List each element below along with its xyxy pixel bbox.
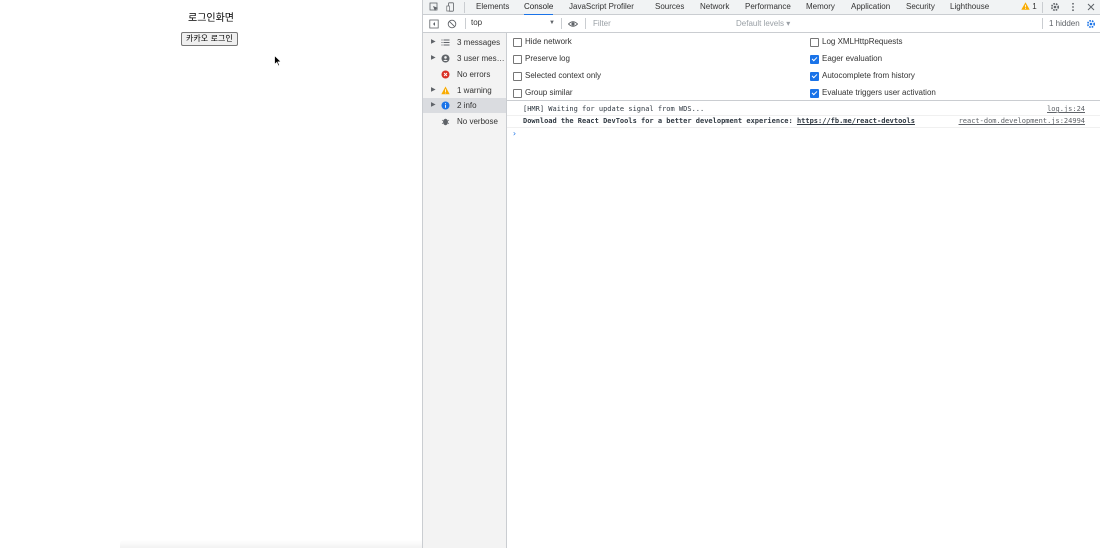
- tab-javascript-profiler[interactable]: JavaScript Profiler: [569, 0, 634, 14]
- hide-network-checkbox[interactable]: [513, 38, 522, 47]
- message-text: Download the React DevTools for a better…: [523, 115, 915, 128]
- tab-network[interactable]: Network: [700, 0, 729, 14]
- info-icon: [441, 101, 450, 110]
- sidebar-item-label: 1 warning: [457, 86, 492, 95]
- console-prompt[interactable]: ›: [512, 129, 517, 138]
- tabbar-separator: [1042, 2, 1043, 13]
- sidebar-item-warnings[interactable]: ▶ 1 warning: [423, 83, 506, 98]
- option-label: Autocomplete from history: [822, 71, 915, 80]
- option-label: Group similar: [525, 88, 573, 97]
- log-xmlhttprequests-checkbox[interactable]: [810, 38, 819, 47]
- expand-arrow-icon[interactable]: ▶: [431, 98, 436, 113]
- inspect-element-icon[interactable]: [429, 2, 439, 12]
- group-similar-checkbox[interactable]: [513, 89, 522, 98]
- console-settings-pane: Hide network Preserve log Selected conte…: [507, 33, 1100, 101]
- user-icon: [441, 54, 450, 63]
- tabbar-separator: [464, 2, 465, 13]
- toolbar-separator: [561, 18, 562, 29]
- live-expression-eye-icon[interactable]: [568, 19, 578, 29]
- clear-console-icon[interactable]: [447, 19, 457, 29]
- tab-elements[interactable]: Elements: [476, 0, 509, 14]
- sidebar-item-messages[interactable]: ▶ 3 messages: [423, 35, 506, 50]
- page-viewport: 로그인화면 카카오 로그인: [0, 0, 980, 548]
- tab-security[interactable]: Security: [906, 0, 935, 14]
- settings-gear-icon[interactable]: [1050, 2, 1060, 12]
- devtools-panel: Elements Console JavaScript Profiler Sou…: [422, 0, 1100, 548]
- warning-icon: [1021, 2, 1030, 10]
- option-label: Preserve log: [525, 54, 570, 63]
- sidebar-item-label: No errors: [457, 70, 491, 79]
- sidebar-toggle-icon[interactable]: [429, 19, 439, 29]
- autocomplete-from-history-checkbox[interactable]: [810, 72, 819, 81]
- sidebar-item-user-messages[interactable]: ▶ 3 user mes…: [423, 51, 506, 66]
- warning-badge[interactable]: 1: [1021, 1, 1037, 13]
- warning-count: 1: [1032, 2, 1037, 11]
- console-message: Download the React DevTools for a better…: [507, 115, 1100, 128]
- tab-application[interactable]: Application: [851, 0, 890, 14]
- message-source-link[interactable]: react-dom.development.js:24994: [959, 115, 1085, 128]
- page-title: 로그인화면: [188, 13, 234, 24]
- preserve-log-checkbox[interactable]: [513, 55, 522, 64]
- console-sidebar: ▶ 3 messages ▶ 3 user mes… No errors ▶ 1…: [423, 33, 507, 548]
- toolbar-separator: [465, 18, 466, 29]
- tab-sources[interactable]: Sources: [655, 0, 684, 14]
- expand-arrow-icon[interactable]: ▶: [431, 83, 436, 98]
- more-options-icon[interactable]: [1068, 2, 1078, 12]
- sidebar-item-info[interactable]: ▶ 2 info: [423, 98, 506, 113]
- tab-performance[interactable]: Performance: [745, 0, 791, 14]
- close-icon[interactable]: [1086, 2, 1096, 12]
- expand-arrow-icon[interactable]: ▶: [431, 35, 436, 50]
- console-settings-gear-icon[interactable]: [1086, 19, 1096, 29]
- filter-input[interactable]: Filter: [590, 17, 733, 30]
- sidebar-item-label: No verbose: [457, 117, 498, 126]
- eager-evaluation-checkbox[interactable]: [810, 55, 819, 64]
- tab-memory[interactable]: Memory: [806, 0, 835, 14]
- error-icon: [441, 70, 450, 79]
- warning-icon: [441, 86, 450, 95]
- sidebar-item-label: 3 messages: [457, 38, 501, 47]
- option-label: Evaluate triggers user activation: [822, 88, 936, 97]
- toolbar-separator: [1042, 18, 1043, 29]
- selected-context-only-checkbox[interactable]: [513, 72, 522, 81]
- sidebar-item-label: 3 user mes…: [457, 54, 505, 63]
- mouse-cursor-icon: [274, 55, 282, 67]
- tab-console[interactable]: Console: [524, 0, 554, 16]
- message-body: Download the React DevTools for a better…: [523, 117, 797, 125]
- message-url-link[interactable]: https://fb.me/react-devtools: [797, 117, 915, 125]
- bug-icon: [441, 118, 450, 126]
- hidden-count: 1 hidden: [1049, 19, 1080, 28]
- sidebar-item-verbose[interactable]: No verbose: [423, 114, 506, 129]
- tab-lighthouse[interactable]: Lighthouse: [950, 0, 989, 14]
- sidebar-item-label: 2 info: [457, 101, 477, 110]
- expand-arrow-icon[interactable]: ▶: [431, 51, 436, 66]
- device-toolbar-icon[interactable]: [446, 2, 456, 12]
- kakao-login-button[interactable]: 카카오 로그인: [181, 32, 238, 46]
- option-label: Log XMLHttpRequests: [822, 37, 903, 46]
- sidebar-item-errors[interactable]: No errors: [423, 67, 506, 82]
- toolbar-separator: [585, 18, 586, 29]
- console-messages: [HMR] Waiting for update signal from WDS…: [507, 101, 1100, 548]
- option-label: Selected context only: [525, 71, 602, 80]
- list-icon: [441, 39, 450, 46]
- option-label: Eager evaluation: [822, 54, 883, 63]
- log-levels-dropdown[interactable]: Default levels ▾: [736, 17, 790, 30]
- context-selector[interactable]: top: [471, 16, 559, 30]
- console-toolbar: top ▼ Filter Default levels ▾ 1 hidden: [423, 15, 1100, 33]
- evaluate-triggers-user-activation-checkbox[interactable]: [810, 89, 819, 98]
- devtools-tabbar: Elements Console JavaScript Profiler Sou…: [423, 0, 1100, 16]
- chevron-down-icon: ▼: [549, 20, 555, 26]
- option-label: Hide network: [525, 37, 572, 46]
